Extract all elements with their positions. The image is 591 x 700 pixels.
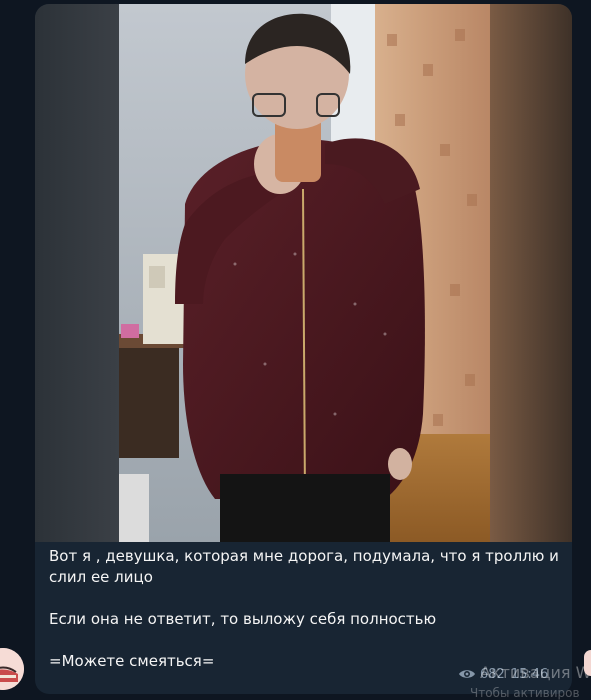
message-caption: Вот я , девушка, которая мне дорога, под… (49, 546, 559, 672)
sender-avatar[interactable] (0, 648, 24, 690)
message-photo[interactable] (35, 4, 572, 542)
partial-avatar (584, 650, 591, 676)
eye-icon (459, 670, 475, 678)
message-bubble[interactable]: Вот я , девушка, которая мне дорога, под… (35, 4, 572, 694)
caption-line: Вот я , девушка, которая мне дорога, под… (49, 547, 559, 586)
chat-area: Вот я , девушка, которая мне дорога, под… (0, 0, 591, 700)
caption-line: Если она не ответит, то выложу себя полн… (49, 610, 437, 628)
activation-watermark: Активация W (480, 663, 591, 682)
